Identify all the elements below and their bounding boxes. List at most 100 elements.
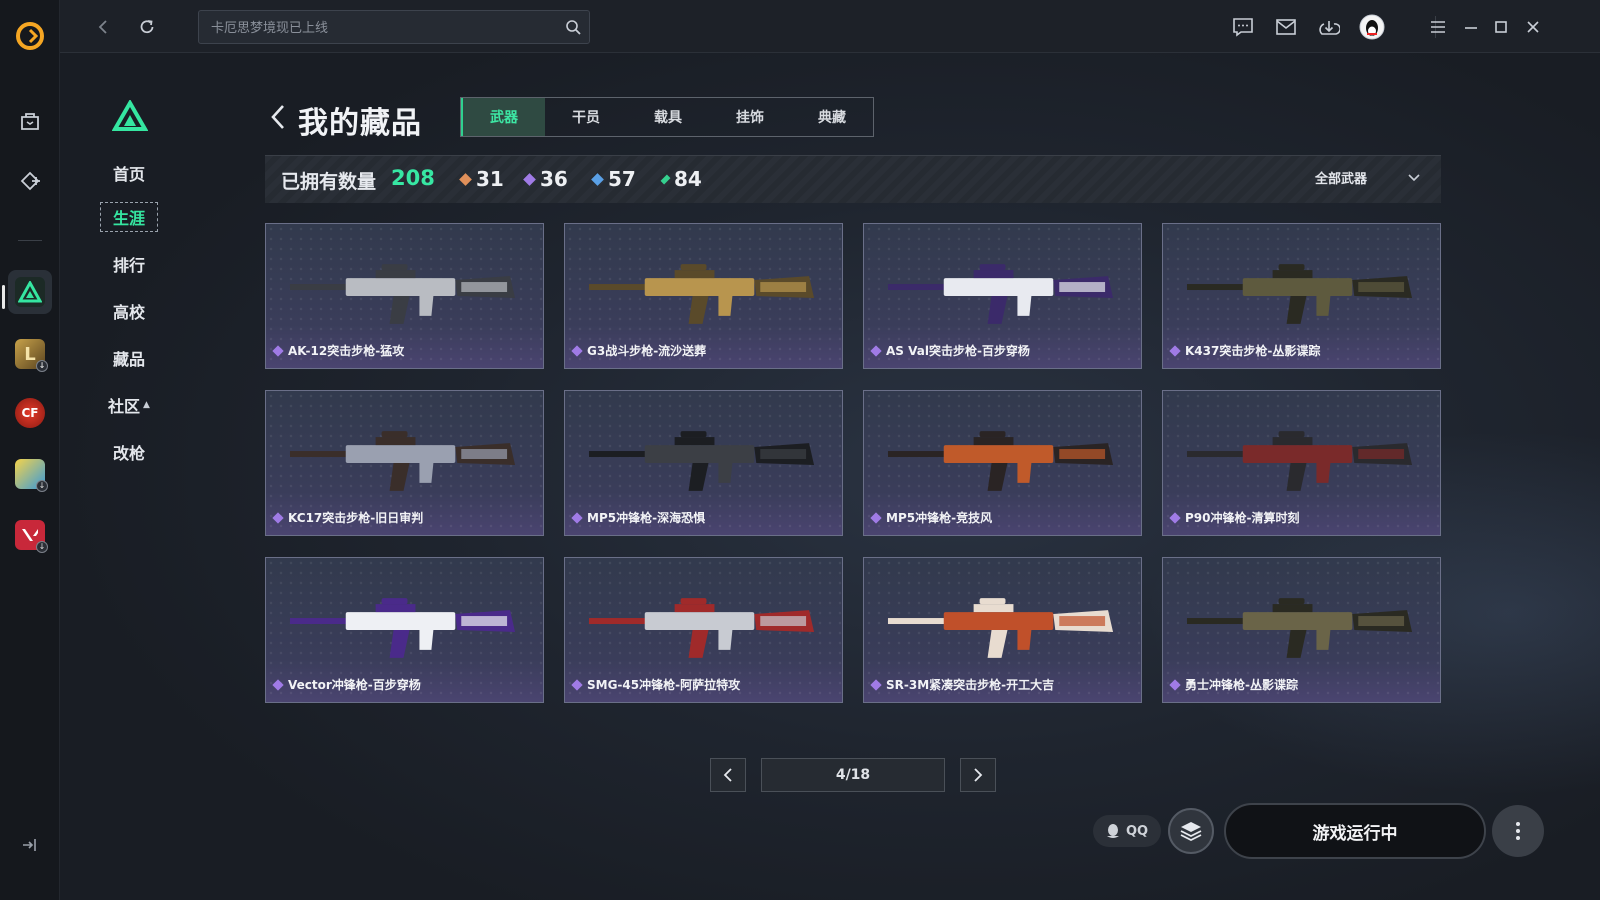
page-title: 我的藏品 — [298, 106, 422, 141]
weapon-name: MP5冲锋枪-竞技风 — [886, 511, 993, 525]
app-logo-icon[interactable] — [14, 20, 46, 52]
download-badge-icon: ↓ — [36, 541, 48, 553]
back-button[interactable] — [90, 13, 118, 41]
expand-sidebar-icon[interactable] — [20, 836, 38, 854]
mail-button[interactable] — [1273, 14, 1299, 40]
collection-card[interactable]: G3战斗步枪-流沙送葬 — [564, 223, 843, 369]
tag-icon[interactable] — [8, 159, 52, 203]
weapon-image — [887, 598, 1114, 658]
collection-card[interactable]: Vector冲锋枪-百步穿杨 — [265, 557, 544, 703]
nav-item-community[interactable]: 社区 ▲ — [100, 390, 158, 420]
download-icon — [1319, 21, 1340, 35]
owned-count-label: 已拥有数量 — [281, 171, 377, 193]
prev-page-button[interactable] — [710, 758, 746, 792]
collection-card-label: MP5冲锋枪-竞技风 — [870, 509, 993, 526]
accelerator-button[interactable] — [1168, 808, 1214, 854]
rail-game-league[interactable]: L ↓ — [8, 332, 52, 376]
rarity-green-icon — [660, 174, 671, 184]
weapon-filter-dropdown[interactable]: 全部武器 — [1315, 168, 1421, 187]
weapon-filter-value: 全部武器 — [1314, 172, 1367, 187]
qq-penguin-icon — [1106, 824, 1119, 838]
chevron-up-icon: ▲ — [143, 400, 150, 410]
rarity-diamond-icon — [272, 678, 284, 691]
rail-game-delta-force[interactable] — [8, 270, 52, 314]
nav-item-gunsmith[interactable]: 改枪 — [100, 437, 158, 467]
collection-card[interactable]: SR-3M紧凑突击步枪-开工大吉 — [863, 557, 1142, 703]
minimize-icon — [1465, 27, 1477, 29]
search-box[interactable] — [198, 10, 590, 44]
weapon-image — [887, 431, 1114, 491]
collection-card[interactable]: SMG-45冲锋枪-阿萨拉特攻 — [564, 557, 843, 703]
more-options-button[interactable] — [1492, 805, 1544, 857]
owned-count-total: 208 — [391, 166, 435, 190]
tab-weapons[interactable]: 武器 — [461, 98, 545, 136]
collection-card-label: MP5冲锋枪-深海恐惧 — [571, 509, 705, 526]
tab-operators[interactable]: 干员 — [545, 98, 627, 136]
maximize-button[interactable] — [1488, 14, 1514, 40]
chevron-down-icon — [1408, 173, 1420, 181]
tab-charms[interactable]: 挂饰 — [709, 98, 791, 136]
weapon-name: 勇士冲锋枪-丛影谍踪 — [1185, 678, 1298, 692]
weapon-image — [289, 264, 516, 324]
close-button[interactable] — [1520, 14, 1546, 40]
rail-game-qq-speed[interactable]: ↓ — [8, 452, 52, 496]
nav-item-ranking[interactable]: 排行 — [100, 249, 158, 279]
rail-game-crossfire[interactable]: CF — [8, 391, 52, 435]
weapon-name: Vector冲锋枪-百步穿杨 — [288, 678, 421, 692]
nav-item-collection[interactable]: 藏品 — [100, 343, 158, 373]
nav-item-home[interactable]: 首页 — [100, 158, 158, 188]
collection-card[interactable]: KC17突击步枪-旧日审判 — [265, 390, 544, 536]
delta-force-logo-icon — [112, 100, 148, 131]
valorant-icon: ↓ — [15, 520, 48, 553]
collection-card[interactable]: AK-12突击步枪-猛攻 — [265, 223, 544, 369]
menu-button[interactable] — [1425, 14, 1451, 40]
game-running-button[interactable]: 游戏运行中 — [1224, 803, 1486, 859]
collection-card[interactable]: K437突击步枪-丛影谍踪 — [1162, 223, 1441, 369]
rarity-purple-value: 36 — [540, 167, 568, 191]
weapon-name: AS Val突击步枪-百步穿杨 — [886, 344, 1030, 358]
tab-vehicles[interactable]: 载具 — [627, 98, 709, 136]
chevron-left-icon — [98, 20, 107, 34]
rarity-diamond-icon — [870, 678, 882, 691]
maximize-icon — [1495, 21, 1507, 33]
collection-card-label: 勇士冲锋枪-丛影谍踪 — [1169, 676, 1298, 693]
downloads-button[interactable] — [1316, 14, 1342, 40]
nav-item-career[interactable]: 生涯 — [100, 202, 158, 232]
rarity-count-gold: 31 — [459, 167, 504, 191]
page-back-icon[interactable] — [270, 104, 286, 130]
rail-divider — [18, 240, 42, 241]
user-avatar[interactable] — [1359, 14, 1385, 40]
minimize-button[interactable] — [1458, 14, 1484, 40]
search-icon[interactable] — [565, 19, 581, 35]
refresh-button[interactable] — [133, 13, 161, 41]
rarity-diamond-icon — [272, 344, 284, 357]
download-badge-icon: ↓ — [36, 360, 48, 372]
nav-item-college[interactable]: 高校 — [100, 296, 158, 326]
crossfire-icon: CF — [15, 398, 45, 428]
rail-game-valorant[interactable]: ↓ — [8, 513, 52, 557]
rarity-green-value: 84 — [674, 167, 702, 191]
tab-treasures[interactable]: 典藏 — [791, 98, 873, 136]
collection-card[interactable]: P90冲锋枪-清算时刻 — [1162, 390, 1441, 536]
weapon-name: AK-12突击步枪-猛攻 — [288, 344, 405, 358]
collection-card[interactable]: MP5冲锋枪-竞技风 — [863, 390, 1142, 536]
collection-card[interactable]: AS Val突击步枪-百步穿杨 — [863, 223, 1142, 369]
next-page-button[interactable] — [960, 758, 996, 792]
close-icon — [1527, 21, 1539, 33]
qq-login-pill[interactable]: QQ — [1093, 815, 1161, 847]
rarity-diamond-icon — [571, 344, 583, 357]
rarity-diamond-icon — [272, 511, 284, 524]
weapon-name: G3战斗步枪-流沙送葬 — [587, 344, 707, 358]
rarity-blue-value: 57 — [608, 167, 636, 191]
rarity-count-purple: 36 — [523, 167, 568, 191]
search-input[interactable] — [211, 18, 551, 38]
stats-bar: 已拥有数量 208 31 36 57 84 全部武器 — [265, 155, 1441, 203]
chat-button[interactable] — [1230, 14, 1256, 40]
rarity-diamond-icon — [1169, 678, 1181, 691]
collection-card-label: KC17突击步枪-旧日审判 — [272, 509, 423, 526]
collection-card[interactable]: 勇士冲锋枪-丛影谍踪 — [1162, 557, 1441, 703]
weapon-image — [1186, 598, 1413, 658]
weapon-image — [289, 598, 516, 658]
store-bag-icon[interactable] — [8, 99, 52, 143]
collection-card[interactable]: MP5冲锋枪-深海恐惧 — [564, 390, 843, 536]
